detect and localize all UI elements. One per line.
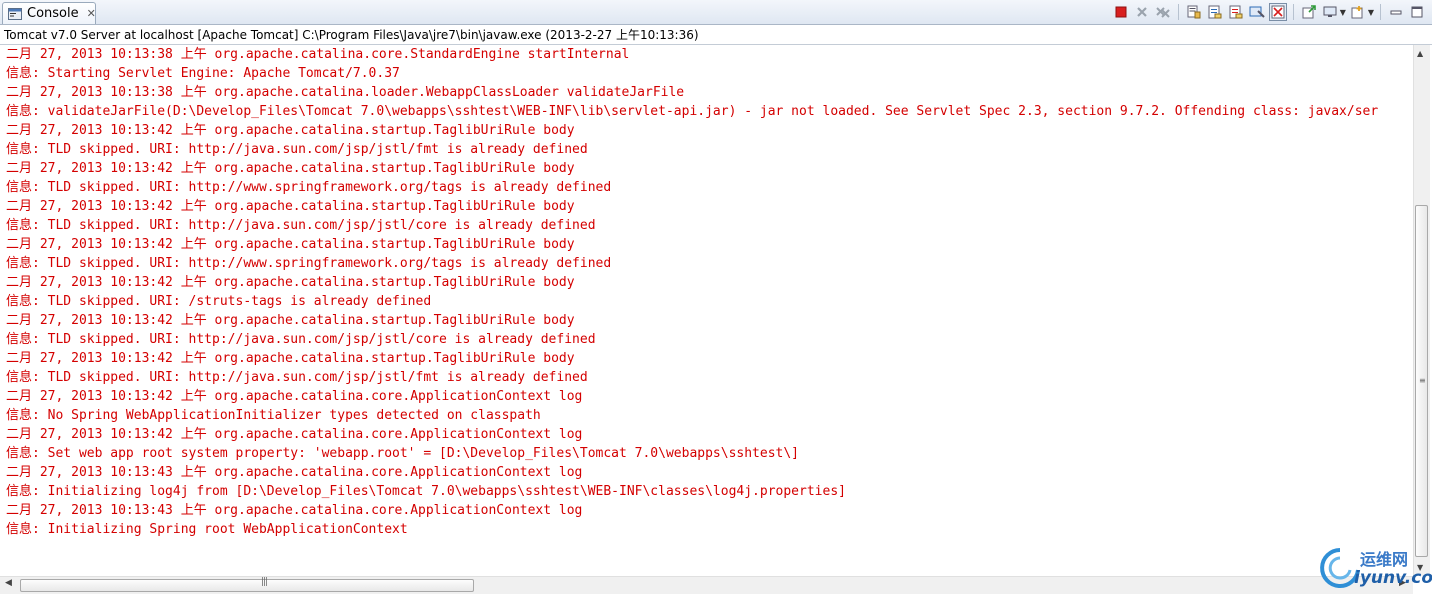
console-line: 二月 27, 2013 10:13:38 上午 org.apache.catal… xyxy=(6,85,685,100)
grip-icon: ≡ xyxy=(1419,376,1426,385)
console-output[interactable]: 二月 27, 2013 10:13:38 上午 org.apache.catal… xyxy=(0,45,1413,576)
open-console-icon[interactable] xyxy=(1349,3,1367,21)
console-line: 二月 27, 2013 10:13:43 上午 org.apache.catal… xyxy=(6,503,583,518)
console-view-header: Console ✕ ▼ ▼ xyxy=(0,0,1432,25)
horizontal-scrollbar[interactable]: ◀ ||| ▶ xyxy=(0,576,1413,594)
watermark-en: iyunv.com xyxy=(1354,568,1432,588)
display-selected-console-icon[interactable] xyxy=(1300,3,1318,21)
grip-icon: ||| xyxy=(261,577,268,587)
console-line: 信息: Set web app root system property: 'w… xyxy=(6,446,800,461)
watermark-logo: 运维网 iyunv.com xyxy=(1318,544,1432,592)
monitor-icon[interactable] xyxy=(1321,3,1339,21)
console-line: 信息: TLD skipped. URI: /struts-tags is al… xyxy=(6,294,432,309)
console-tab[interactable]: Console ✕ xyxy=(2,2,96,24)
pin-console-icon[interactable] xyxy=(1268,3,1287,21)
console-line: 信息: TLD skipped. URI: http://java.sun.co… xyxy=(6,332,596,347)
scroll-lock-icon[interactable] xyxy=(1185,3,1203,21)
console-line: 二月 27, 2013 10:13:42 上午 org.apache.catal… xyxy=(6,199,575,214)
console-icon xyxy=(8,7,22,20)
console-line: 信息: TLD skipped. URI: http://www.springf… xyxy=(6,256,612,271)
console-line: 二月 27, 2013 10:13:42 上午 org.apache.catal… xyxy=(6,161,575,176)
console-line: 二月 27, 2013 10:13:42 上午 org.apache.catal… xyxy=(6,313,575,328)
minimize-icon[interactable] xyxy=(1387,3,1405,21)
scroll-left-icon[interactable]: ◀ xyxy=(5,578,12,588)
console-lines: 二月 27, 2013 10:13:38 上午 org.apache.catal… xyxy=(0,45,1413,539)
console-line: 信息: TLD skipped. URI: http://www.springf… xyxy=(6,180,612,195)
console-line: 二月 27, 2013 10:13:38 上午 org.apache.catal… xyxy=(6,47,630,62)
show-on-stderr-icon[interactable] xyxy=(1227,3,1245,21)
show-on-stdout-icon[interactable] xyxy=(1206,3,1224,21)
toolbar-separator xyxy=(1177,4,1179,20)
maximize-icon[interactable] xyxy=(1408,3,1426,21)
horizontal-scrollbar-thumb[interactable]: ||| xyxy=(20,577,474,592)
console-toolbar: ▼ ▼ xyxy=(1112,3,1426,21)
process-label: Tomcat v7.0 Server at localhost [Apache … xyxy=(4,28,699,42)
console-line: 信息: TLD skipped. URI: http://java.sun.co… xyxy=(6,142,588,157)
chevron-down-icon[interactable]: ▼ xyxy=(1340,8,1346,17)
vertical-scrollbar-thumb[interactable]: ≡ xyxy=(1415,205,1428,557)
clear-console-icon[interactable] xyxy=(1248,3,1266,21)
console-line: 信息: No Spring WebApplicationInitializer … xyxy=(6,408,541,423)
console-line: 二月 27, 2013 10:13:42 上午 org.apache.catal… xyxy=(6,237,575,252)
console-line: 信息: Initializing log4j from [D:\Develop_… xyxy=(6,484,846,499)
close-icon[interactable]: ✕ xyxy=(87,8,96,19)
console-line: 二月 27, 2013 10:13:42 上午 org.apache.catal… xyxy=(6,275,575,290)
console-line: 信息: validateJarFile(D:\Develop_Files\Tom… xyxy=(6,104,1379,119)
console-line: 二月 27, 2013 10:13:42 上午 org.apache.catal… xyxy=(6,123,575,138)
console-line: 二月 27, 2013 10:13:42 上午 org.apache.catal… xyxy=(6,389,583,404)
console-line: 信息: TLD skipped. URI: http://java.sun.co… xyxy=(6,370,588,385)
console-line: 二月 27, 2013 10:13:42 上午 org.apache.catal… xyxy=(6,427,583,442)
console-tab-label: Console xyxy=(27,6,79,21)
console-line: 二月 27, 2013 10:13:42 上午 org.apache.catal… xyxy=(6,351,575,366)
toolbar-separator xyxy=(1380,4,1381,20)
console-line: 信息: TLD skipped. URI: http://java.sun.co… xyxy=(6,218,596,233)
toolbar-separator xyxy=(1292,4,1294,20)
remove-all-terminated-icon[interactable] xyxy=(1154,3,1172,21)
console-line: 二月 27, 2013 10:13:43 上午 org.apache.catal… xyxy=(6,465,583,480)
console-line: 信息: Starting Servlet Engine: Apache Tomc… xyxy=(6,66,400,81)
scroll-up-icon[interactable]: ▲ xyxy=(1417,49,1423,58)
vertical-scrollbar[interactable]: ▲ ≡ ▼ xyxy=(1413,45,1430,576)
watermark-cn: 运维网 xyxy=(1360,550,1409,569)
console-line: 信息: Initializing Spring root WebApplicat… xyxy=(6,522,408,537)
chevron-down-icon[interactable]: ▼ xyxy=(1368,8,1374,17)
remove-launch-icon[interactable] xyxy=(1133,3,1151,21)
terminate-icon[interactable] xyxy=(1112,3,1130,21)
